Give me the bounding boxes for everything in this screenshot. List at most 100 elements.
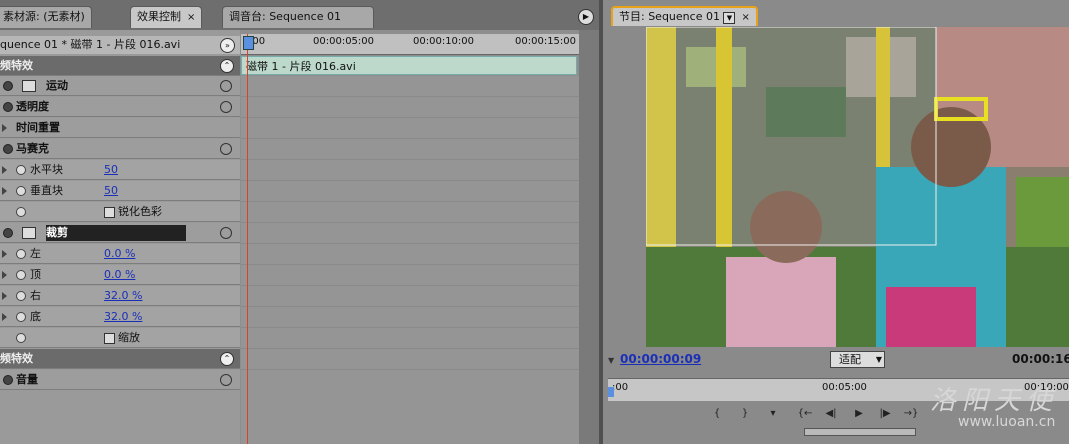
watermark-text: 洛阳天使 <box>930 386 1059 416</box>
effect-timeline-ruler[interactable]: :00 00:00:05:00 00:00:10:00 00:00:15:00 <box>241 34 579 55</box>
crop-icon <box>22 227 36 239</box>
current-timecode[interactable]: 00:00:00:09 <box>620 352 701 366</box>
go-to-out-icon[interactable]: →} <box>902 408 920 422</box>
video-effects-header: 频特效 ⌃ <box>0 56 240 76</box>
tab-effect-controls-label: 效果控制 <box>137 10 181 23</box>
effect-time-remap[interactable]: 时间重置 <box>0 118 240 138</box>
prop-v-blocks-value[interactable]: 50 <box>104 181 118 201</box>
close-icon[interactable]: × <box>741 9 749 27</box>
reset-icon[interactable] <box>220 143 232 155</box>
effect-mosaic[interactable]: 马赛克 <box>0 139 240 159</box>
panel-menu-icon[interactable]: ▶ <box>578 9 594 25</box>
ruler-tick: 00:00:15:00 <box>515 36 577 47</box>
tab-audio-mixer-label: 调音台: Sequence 01 <box>229 10 341 23</box>
playhead-handle[interactable] <box>243 36 254 50</box>
prop-h-blocks-value[interactable]: 50 <box>104 160 118 180</box>
track-divider <box>241 243 579 244</box>
keyframe-stopwatch-icon[interactable] <box>16 312 26 322</box>
go-to-in-icon[interactable]: {← <box>796 408 814 422</box>
prop-h-blocks: 水平块 50 <box>0 160 240 180</box>
fx-toggle-icon[interactable] <box>3 144 13 154</box>
tab-audio-mixer[interactable]: 调音台: Sequence 01 <box>222 6 374 28</box>
keyframe-stopwatch-icon[interactable] <box>16 291 26 301</box>
program-video-frame[interactable] <box>646 27 1069 347</box>
track-divider <box>241 117 579 118</box>
track-divider <box>241 222 579 223</box>
prop-top-value[interactable]: 0.0 % <box>104 265 135 285</box>
reset-icon[interactable] <box>220 80 232 92</box>
watermark-url: www.luoan.cn <box>958 414 1056 430</box>
effect-motion[interactable]: 运动 <box>0 76 240 96</box>
tab-effect-controls[interactable]: 效果控制 × <box>130 6 203 28</box>
effect-motion-label: 运动 <box>46 79 68 92</box>
shuttle-slider[interactable] <box>804 428 916 436</box>
timeline-clip[interactable]: 磁带 1 - 片段 016.avi <box>241 56 577 75</box>
prop-left-label: 左 <box>30 247 41 260</box>
tab-program-monitor[interactable]: 节目: Sequence 01 ▼ × <box>611 6 758 26</box>
prop-left-value[interactable]: 0.0 % <box>104 244 135 264</box>
reset-icon[interactable] <box>220 227 232 239</box>
sharpen-checkbox[interactable] <box>104 207 115 218</box>
set-marker-icon[interactable]: ▾ <box>764 408 782 422</box>
dropdown-icon[interactable]: ▼ <box>723 12 736 24</box>
track-divider <box>241 201 579 202</box>
playhead-handle[interactable] <box>608 387 614 397</box>
expand-icon[interactable] <box>2 292 7 300</box>
mark-in-icon[interactable]: { <box>708 408 726 422</box>
reset-icon[interactable] <box>220 374 232 386</box>
effect-volume[interactable]: 音量 <box>0 370 240 390</box>
tab-source-label: 素材源: (无素材) <box>3 10 85 23</box>
step-back-icon[interactable]: ◀| <box>822 408 840 422</box>
keyframe-stopwatch-icon[interactable] <box>16 186 26 196</box>
keyframe-stopwatch-icon[interactable] <box>16 333 26 343</box>
prop-bottom-value[interactable]: 32.0 % <box>104 307 142 327</box>
toggle-timeline-icon[interactable]: » <box>220 38 235 53</box>
audio-effects-label: 频特效 <box>0 352 33 365</box>
expand-icon[interactable] <box>2 271 7 279</box>
close-icon[interactable]: × <box>187 8 195 28</box>
reset-icon[interactable] <box>220 101 232 113</box>
expand-icon[interactable] <box>2 124 7 132</box>
keyframe-stopwatch-icon[interactable] <box>16 270 26 280</box>
fit-zoom-label: 适配 <box>839 353 861 366</box>
collapse-icon[interactable]: ⌃ <box>220 59 234 73</box>
keyframe-stopwatch-icon[interactable] <box>16 249 26 259</box>
prop-sharpen: 锐化色彩 <box>0 202 240 222</box>
ruler-tick: 00:00:05:00 <box>313 36 375 47</box>
fx-toggle-icon[interactable] <box>3 102 13 112</box>
effect-volume-label: 音量 <box>16 373 38 386</box>
fx-toggle-icon[interactable] <box>3 375 13 385</box>
play-icon[interactable]: ▶ <box>850 408 868 422</box>
expand-icon[interactable] <box>2 187 7 195</box>
track-divider <box>241 264 579 265</box>
prop-v-blocks: 垂直块 50 <box>0 181 240 201</box>
fit-zoom-select[interactable]: 适配 ▼ <box>830 351 885 368</box>
fx-toggle-icon[interactable] <box>3 81 13 91</box>
timeline-clip-label: 磁带 1 - 片段 016.avi <box>246 60 356 73</box>
step-forward-icon[interactable]: |▶ <box>876 408 894 422</box>
ruler-tick: 00:05:00 <box>822 382 867 393</box>
effect-time-remap-label: 时间重置 <box>16 121 60 134</box>
collapse-icon[interactable]: ⌃ <box>220 352 234 366</box>
keyframe-stopwatch-icon[interactable] <box>16 207 26 217</box>
motion-icon <box>22 80 36 92</box>
effect-opacity[interactable]: 透明度 <box>0 97 240 117</box>
effect-crop[interactable]: 裁剪 <box>0 223 240 243</box>
prop-right-value[interactable]: 32.0 % <box>104 286 142 306</box>
expand-icon[interactable] <box>2 313 7 321</box>
track-divider <box>241 327 579 328</box>
zoom-checkbox[interactable] <box>104 333 115 344</box>
track-divider <box>241 96 579 97</box>
fx-toggle-icon[interactable] <box>3 228 13 238</box>
track-divider <box>241 306 579 307</box>
playhead-line[interactable] <box>247 34 248 444</box>
mark-out-icon[interactable]: } <box>736 408 754 422</box>
keyframe-stopwatch-icon[interactable] <box>16 165 26 175</box>
expand-icon[interactable] <box>2 250 7 258</box>
tab-source[interactable]: 素材源: (无素材) <box>0 6 92 28</box>
expand-icon[interactable] <box>2 166 7 174</box>
keyframe-area[interactable] <box>241 76 579 444</box>
panel-tab-bar: 素材源: (无素材) 效果控制 × 调音台: Sequence 01 ▶ <box>0 0 600 30</box>
video-effects-label: 频特效 <box>0 59 33 72</box>
effect-crop-label[interactable]: 裁剪 <box>46 225 186 241</box>
